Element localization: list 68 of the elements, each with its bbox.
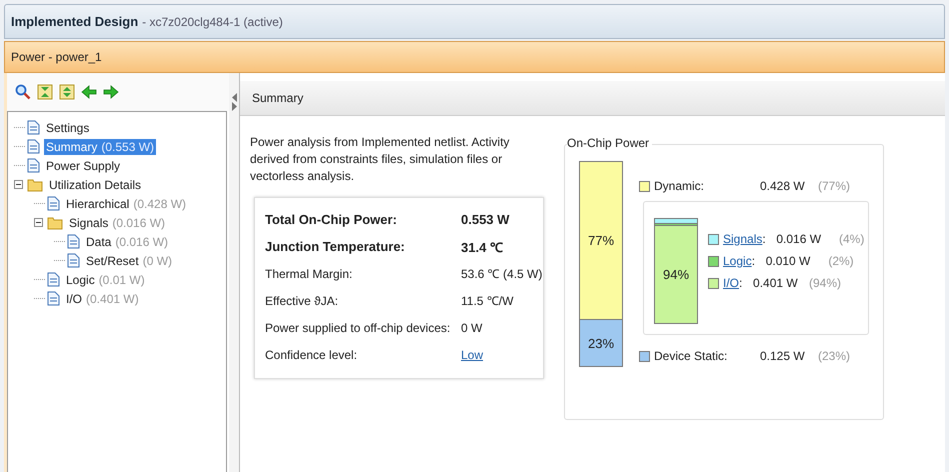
folder-icon <box>27 178 43 192</box>
collapse-toggle-icon[interactable] <box>14 180 25 189</box>
breakdown-link[interactable]: I/O <box>723 276 740 290</box>
summary-value: 53.6 ℃ (4.5 W) <box>461 266 542 282</box>
document-icon <box>27 158 40 173</box>
bar-percent: 94% <box>662 267 690 282</box>
legend-value: 0.401 W <box>753 276 799 290</box>
separator-text: : <box>739 276 744 290</box>
tree-item[interactable]: Power Supply <box>44 158 122 174</box>
collapse-left-icon[interactable] <box>232 93 236 102</box>
summary-label: Junction Temperature: <box>265 239 406 254</box>
bar-percent: 77% <box>588 233 614 248</box>
summary-label: Confidence level: <box>265 348 358 362</box>
tree-item[interactable]: Settings <box>44 120 92 136</box>
bar-percent: 23% <box>588 336 614 351</box>
tree-item[interactable]: Set/Reset (0 W) <box>84 252 174 268</box>
document-icon <box>67 253 80 268</box>
expand-right-icon[interactable] <box>232 102 236 111</box>
forward-arrow-icon[interactable] <box>103 84 119 100</box>
tree-item[interactable]: I/O (0.401 W) <box>64 290 141 306</box>
summary-label: Thermal Margin: <box>265 266 354 280</box>
confidence-link[interactable]: Low <box>461 348 484 362</box>
folder-icon <box>47 216 63 230</box>
collapse-toggle-icon[interactable] <box>34 218 45 227</box>
tree-item[interactable]: Signals (0.016 W) <box>67 214 168 230</box>
summary-value: 11.5 ℃/W <box>461 293 514 309</box>
summary-label: Effective ϑJA: <box>265 294 340 308</box>
panel-title: Power - power_1 <box>11 50 102 64</box>
separator-text: : <box>762 232 767 246</box>
description-text: Power analysis from Implemented netlist. Activity derived from constraints files, simulation files or vectorless analysis. <box>250 134 510 185</box>
breakdown-link[interactable]: Signals <box>723 232 762 246</box>
legend-label: Device Static: <box>654 349 728 363</box>
document-icon <box>27 120 40 135</box>
tree-item[interactable]: Hierarchical (0.428 W) <box>64 196 188 212</box>
document-icon <box>67 234 80 249</box>
document-icon <box>47 196 60 211</box>
legend-value: 0.016 W <box>776 232 822 246</box>
summary-label: Total On-Chip Power: <box>265 212 398 227</box>
document-icon <box>47 272 60 287</box>
section-title: Summary <box>252 91 304 105</box>
legend-percent: (94%) <box>808 276 842 290</box>
summary-label: Power supplied to off-chip devices: <box>265 320 452 334</box>
summary-value: 31.4 ℃ <box>461 238 503 256</box>
separator-text: : <box>752 254 756 268</box>
window-title: Implemented Design <box>11 14 138 29</box>
document-icon <box>27 139 40 154</box>
expand-all-icon[interactable] <box>59 84 75 100</box>
tree-item[interactable]: Logic (0.01 W) <box>64 272 147 288</box>
collapse-all-icon[interactable] <box>37 84 53 100</box>
back-arrow-icon[interactable] <box>81 84 97 100</box>
legend-label: Dynamic: <box>654 179 706 193</box>
legend-percent: (2%) <box>827 254 854 268</box>
search-icon[interactable] <box>15 84 31 100</box>
breakdown-link[interactable]: Logic <box>723 254 752 268</box>
summary-value: 0 W <box>461 320 482 334</box>
summary-value: 0.553 W <box>461 212 510 227</box>
legend-percent: (77%) <box>818 179 850 193</box>
legend-value: 0.428 W <box>760 179 806 193</box>
tree-item[interactable]: Data (0.016 W) <box>84 234 170 250</box>
tree-item[interactable]: Utilization Details <box>47 176 144 192</box>
legend-value: 0.010 W <box>766 254 812 268</box>
panel-legend: On-Chip Power <box>567 136 652 150</box>
legend-value: 0.125 W <box>760 349 806 363</box>
window-subtitle: - xc7z020clg484-1 (active) <box>142 14 283 28</box>
legend-percent: (4%) <box>838 232 864 246</box>
legend-percent: (23%) <box>818 349 850 363</box>
tree-item[interactable]: Summary (0.553 W) <box>44 138 156 154</box>
document-icon <box>47 291 60 306</box>
